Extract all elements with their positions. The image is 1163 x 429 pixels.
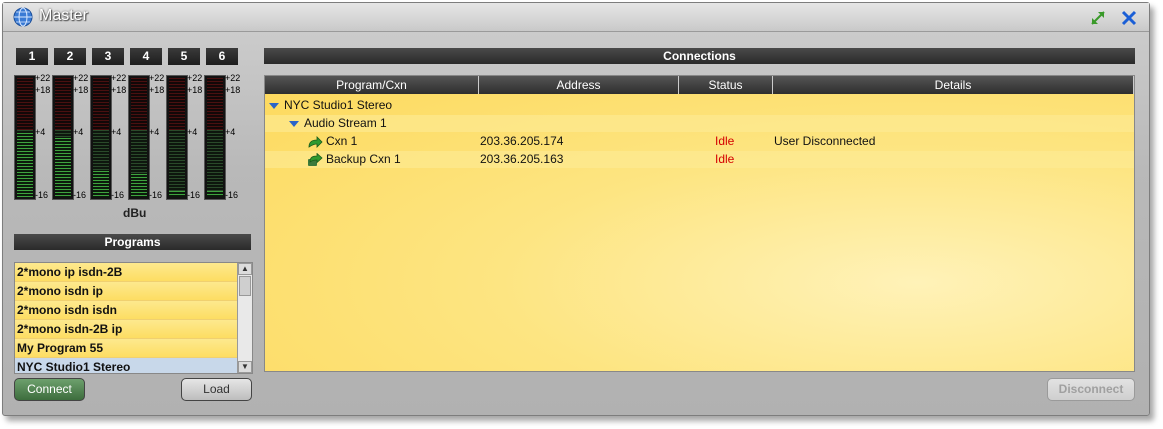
cxn-details: User Disconnected	[774, 134, 876, 148]
meter-channel-2: 2	[54, 48, 86, 65]
level-meter-5	[166, 75, 188, 200]
list-item[interactable]: 2*mono isdn-2B ip	[15, 320, 237, 339]
meter-channel-3: 3	[92, 48, 124, 65]
meter-scale-label: +18	[149, 85, 165, 95]
meter-scale-label: +4	[111, 127, 122, 137]
meter-peak-zone	[131, 78, 147, 130]
programs-list[interactable]: 2*mono ip isdn-2B 2*mono isdn ip 2*mono …	[14, 262, 253, 374]
col-program-cxn[interactable]: Program/Cxn	[265, 76, 479, 94]
meter-scale-label: +22	[111, 73, 127, 83]
scroll-down-icon[interactable]: ▼	[238, 361, 252, 373]
disconnect-button[interactable]: Disconnect	[1047, 378, 1135, 401]
meter-scale-label: +22	[225, 73, 241, 83]
meter-level-fill	[17, 133, 33, 197]
col-status[interactable]: Status	[679, 76, 773, 94]
scroll-thumb[interactable]	[239, 276, 251, 296]
meter-scale-label: +18	[111, 85, 127, 95]
meter-scale-label: -16	[187, 190, 201, 200]
meter-peak-zone	[169, 78, 185, 130]
meter-unlit-zone	[169, 130, 185, 197]
meter-scale-label: +18	[187, 85, 203, 95]
meter-level-fill	[93, 171, 109, 197]
meter-channel-1: 1	[16, 48, 48, 65]
meter-peak-zone	[93, 78, 109, 130]
meter-scale-label: +4	[149, 127, 160, 137]
connections-table: Program/Cxn Address Status Details NYC S…	[264, 75, 1135, 372]
table-row[interactable]: Audio Stream 1	[265, 115, 1134, 132]
level-meter-3	[90, 75, 112, 200]
meter-peak-zone	[207, 78, 223, 130]
expand-arrows-icon[interactable]	[1089, 9, 1107, 27]
cxn-name: Cxn 1	[326, 134, 358, 148]
level-meter-1	[14, 75, 36, 200]
col-details[interactable]: Details	[773, 76, 1134, 94]
title-bar[interactable]: Master	[3, 3, 1149, 32]
backup-connection-icon	[308, 152, 323, 166]
meter-level-fill	[55, 138, 71, 197]
window-title: Master	[39, 7, 88, 24]
backup-cxn-address: 203.36.205.163	[480, 152, 564, 166]
meter-peak-zone	[17, 78, 33, 130]
meter-scale-label: +22	[35, 73, 51, 83]
expand-triangle-icon[interactable]	[269, 102, 279, 109]
level-meter-6	[204, 75, 226, 200]
connect-button[interactable]: Connect	[14, 378, 85, 401]
meter-scale-label: -16	[111, 190, 125, 200]
list-item[interactable]: 2*mono ip isdn-2B	[15, 263, 237, 282]
meter-scale-label: -16	[149, 190, 163, 200]
close-x-icon[interactable]	[1120, 9, 1138, 27]
meter-scale-label: +18	[35, 85, 51, 95]
meter-scale-label: +4	[73, 127, 84, 137]
table-row[interactable]: Backup Cxn 1 203.36.205.163 Idle	[265, 151, 1134, 168]
programs-scrollbar[interactable]: ▲ ▼	[237, 263, 252, 373]
meter-channel-5: 5	[168, 48, 200, 65]
program-name: NYC Studio1 Stereo	[284, 98, 393, 112]
cxn-address: 203.36.205.174	[480, 134, 564, 148]
meter-scale-label: +18	[73, 85, 89, 95]
list-item[interactable]: 2*mono isdn ip	[15, 282, 237, 301]
meter-scale-label: +18	[225, 85, 241, 95]
table-row[interactable]: NYC Studio1 Stereo	[265, 97, 1134, 114]
meter-level-fill	[169, 191, 185, 197]
list-item-selected[interactable]: NYC Studio1 Stereo	[15, 358, 237, 373]
expand-triangle-icon[interactable]	[289, 120, 299, 127]
load-button[interactable]: Load	[181, 378, 252, 401]
programs-header: Programs	[14, 234, 251, 250]
meter-scale-label: +22	[187, 73, 203, 83]
meter-scale-label: +4	[225, 127, 236, 137]
connection-arrow-icon	[308, 135, 323, 148]
scroll-up-icon[interactable]: ▲	[238, 263, 252, 275]
meter-scale-label: +22	[149, 73, 165, 83]
meter-scale-label: -16	[225, 190, 239, 200]
backup-cxn-status: Idle	[715, 152, 735, 166]
col-address[interactable]: Address	[479, 76, 679, 94]
meter-channel-6: 6	[206, 48, 238, 65]
meter-peak-zone	[55, 78, 71, 130]
globe-icon	[13, 7, 33, 27]
connections-header: Connections	[264, 48, 1135, 64]
master-window: Master 1 2 3 4 5 6 +22 +18 +4 -16 +22 +18 +4 -1…	[2, 2, 1150, 416]
meter-level-fill	[207, 191, 223, 197]
meter-scale-label: +4	[187, 127, 198, 137]
backup-cxn-name: Backup Cxn 1	[326, 152, 401, 166]
meter-scale-label: -16	[73, 190, 87, 200]
meter-scale-label: +22	[73, 73, 89, 83]
meter-unlit-zone	[207, 130, 223, 197]
meter-unit-label: dBu	[123, 206, 147, 220]
level-meter-4	[128, 75, 150, 200]
meter-scale-label: +4	[35, 127, 46, 137]
level-meter-2	[52, 75, 74, 200]
stream-name: Audio Stream 1	[304, 116, 387, 130]
meter-level-fill	[131, 174, 147, 197]
meter-scale-label: -16	[35, 190, 49, 200]
list-item[interactable]: My Program 55	[15, 339, 237, 358]
cxn-status: Idle	[715, 134, 735, 148]
table-row[interactable]: Cxn 1 203.36.205.174 Idle User Disconnec…	[265, 133, 1134, 150]
list-item[interactable]: 2*mono isdn isdn	[15, 301, 237, 320]
meter-channel-4: 4	[130, 48, 162, 65]
